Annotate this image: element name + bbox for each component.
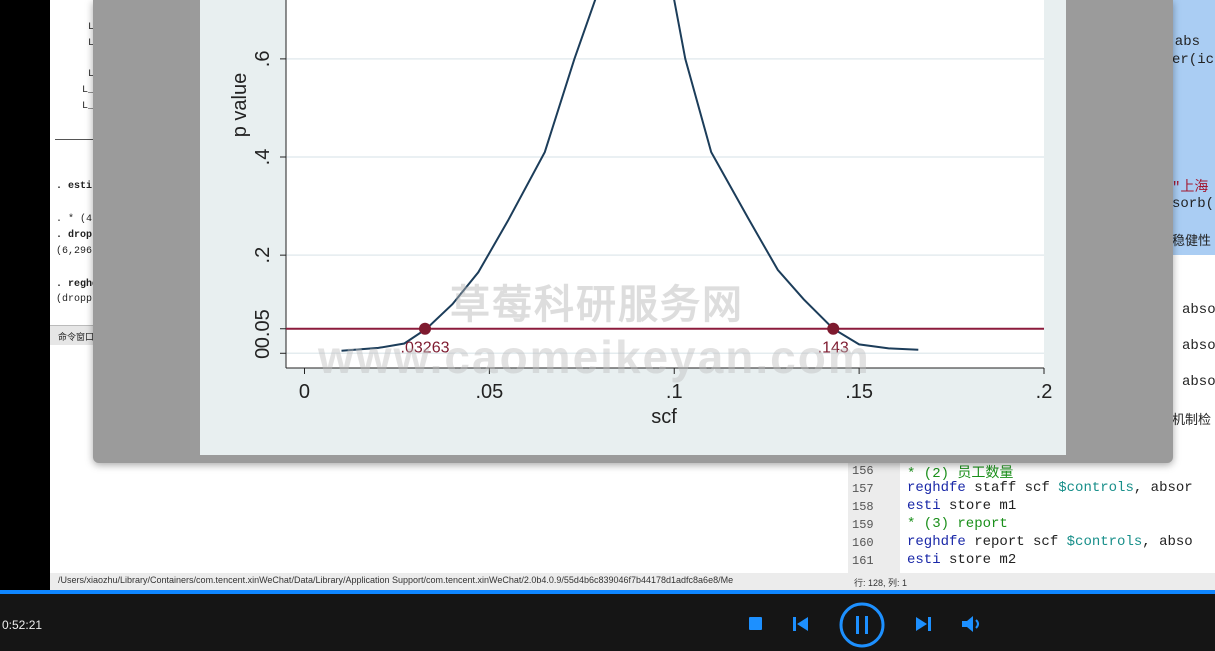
previous-icon[interactable]	[792, 615, 810, 633]
editor-fragment: "上海	[1172, 180, 1209, 196]
graph-canvas: 0.05.1.15.2 0 0.05.2.4.6 scf p value .03263.1…	[200, 0, 1066, 455]
line-number: 160	[852, 536, 874, 550]
results-line: (dropp	[56, 294, 93, 305]
video-player-bar	[0, 590, 1215, 651]
y-tick-label: .6	[252, 51, 274, 68]
progress-bar[interactable]	[0, 590, 1215, 594]
code-token: esti	[907, 552, 941, 568]
y-tick-label: .2	[252, 247, 274, 264]
code-token: , absor	[1133, 480, 1193, 496]
y-tick-label: 0	[252, 348, 274, 359]
editor-fragment: abso	[1182, 338, 1215, 354]
playback-time: 0:52:21	[2, 618, 43, 632]
code-line[interactable]: esti store m2	[907, 552, 1016, 568]
x-tick-label: .05	[475, 381, 503, 403]
editor-fragment: abso	[1182, 374, 1215, 390]
code-token: , abso	[1142, 534, 1193, 550]
results-line: (6,296	[56, 246, 93, 257]
code-token: $controls	[1058, 480, 1134, 496]
code-token: reghdfe	[907, 480, 966, 496]
editor-fragment: sorb(	[1172, 196, 1215, 212]
x-tick-label: .1	[666, 381, 683, 403]
watermark-url: www.caomeikeyan.com	[318, 331, 871, 383]
left-black-margin	[0, 0, 50, 590]
code-line[interactable]: reghdfe report scf $controls, abso	[907, 534, 1193, 550]
do-file-editor[interactable]	[848, 455, 1215, 573]
x-tick-label: .2	[1036, 381, 1053, 403]
code-token: reghdfe	[907, 534, 966, 550]
results-line: . reghd	[56, 279, 99, 290]
line-number: 159	[852, 518, 874, 532]
line-number: 156	[852, 464, 874, 478]
editor-status-position: 行: 128, 列: 1	[848, 573, 1215, 590]
code-token: * (3) report	[907, 516, 1008, 532]
line-number: 157	[852, 482, 874, 496]
code-line[interactable]: * (3) report	[907, 516, 1008, 532]
stop-button[interactable]	[749, 617, 762, 630]
code-token: report scf	[965, 534, 1067, 550]
code-token: store m1	[940, 498, 1017, 514]
code-token: store m2	[940, 552, 1017, 568]
working-directory-path: /Users/xiaozhu/Library/Containers/com.te…	[50, 573, 848, 590]
editor-fragment: abso	[1182, 302, 1215, 318]
pause-button[interactable]	[839, 602, 885, 648]
code-token: esti	[907, 498, 941, 514]
editor-fragment: 稳健性	[1172, 233, 1212, 248]
code-line[interactable]: esti store m1	[907, 498, 1016, 514]
line-number: 161	[852, 554, 874, 568]
editor-fragment: 机制检	[1172, 412, 1212, 427]
editor-fragment: er(ic	[1172, 52, 1215, 68]
results-line: . drop	[56, 230, 93, 241]
next-icon[interactable]	[914, 615, 932, 633]
y-tick-label: .4	[252, 149, 274, 166]
code-token: staff scf	[965, 480, 1059, 496]
x-axis-label: scf	[651, 406, 677, 428]
results-line: . esti	[56, 181, 93, 192]
code-token: $controls	[1066, 534, 1143, 550]
pvalue-chart: 0.05.1.15.200.05.2.4.6scfp value.03263.1…	[229, 0, 1053, 428]
y-tick-label: 0.05	[252, 309, 274, 348]
code-line[interactable]: reghdfe staff scf $controls, absor	[907, 480, 1193, 496]
x-tick-label: .15	[845, 381, 873, 403]
line-number: 158	[852, 500, 874, 514]
volume-icon[interactable]	[961, 614, 983, 634]
results-line: . * (4	[56, 214, 93, 225]
watermark-text: 草莓科研服务网	[450, 283, 744, 327]
x-tick-label: 0	[299, 381, 310, 403]
code-line[interactable]: * (2) 员工数量	[907, 462, 1013, 482]
y-axis-label: p value	[229, 73, 251, 138]
